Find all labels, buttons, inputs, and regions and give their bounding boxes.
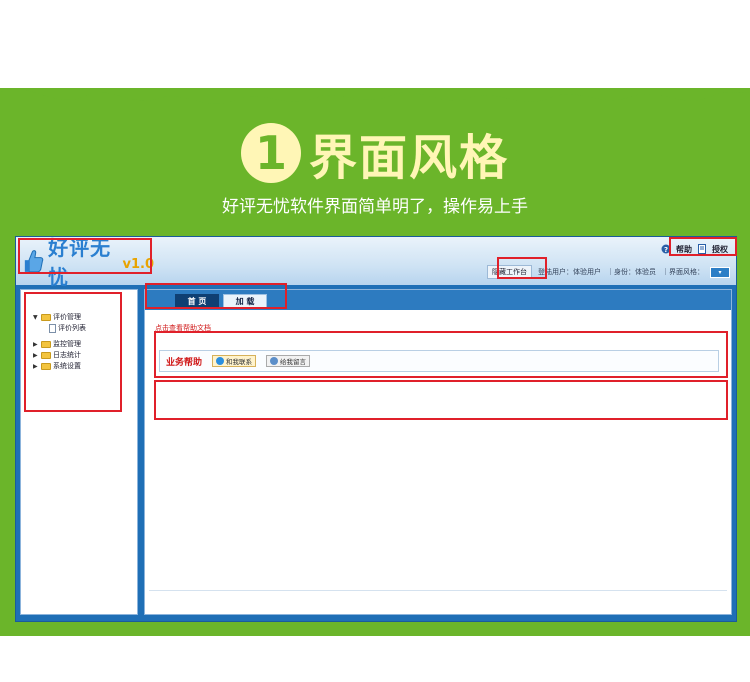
skin-select-button[interactable]: ▾: [710, 266, 730, 278]
promo-page: 1 界面风格 好评无忧软件界面简单明了，操作易上手 好评无忧 v1.0 ? 帮助: [0, 0, 750, 682]
cloud-edge: [0, 89, 750, 130]
identity-text: ｜身份：体验员: [607, 268, 656, 276]
login-user-text: 登陆用户：体验用户: [538, 268, 601, 276]
annotation-box-help: [669, 237, 737, 256]
promo-title: 1 界面风格: [0, 118, 750, 188]
annotation-box-logo: [18, 238, 152, 274]
skin-label: ｜界面风格：: [662, 268, 704, 276]
svg-text:?: ?: [664, 246, 668, 254]
annotation-box-sidebar: [24, 292, 122, 412]
app-window: 好评无忧 v1.0 ? 帮助 授权 隐藏工作台 登陆用户：体验用户 ｜身份：体验…: [15, 236, 737, 622]
divider: [149, 590, 727, 591]
step-number-badge: 1: [240, 123, 301, 183]
annotation-box-business-help: [154, 331, 728, 378]
promo-heading: 界面风格: [308, 130, 509, 186]
chevron-down-icon: ▾: [718, 268, 722, 276]
annotation-box-tabs: [145, 283, 287, 309]
annotation-box-content: [154, 380, 728, 420]
promo-subtitle: 好评无忧软件界面简单明了，操作易上手: [222, 197, 528, 217]
annotation-box-workbench: [497, 257, 547, 279]
